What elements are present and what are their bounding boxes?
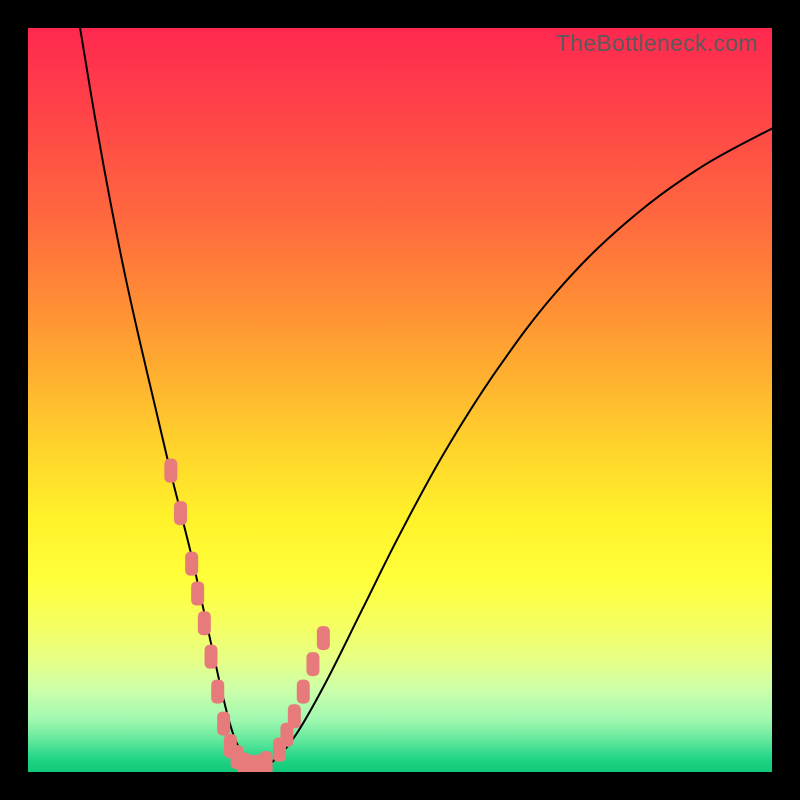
data-marker: [185, 552, 198, 576]
data-marker: [217, 712, 230, 736]
data-marker: [211, 680, 224, 704]
chart-overlay: [28, 28, 772, 772]
plot-area: TheBottleneck.com: [28, 28, 772, 772]
data-marker: [198, 611, 211, 635]
bottleneck-curve: [80, 28, 772, 768]
data-marker: [288, 704, 301, 728]
data-markers: [164, 459, 330, 772]
data-marker: [260, 751, 273, 772]
data-marker: [306, 652, 319, 676]
data-marker: [297, 680, 310, 704]
data-marker: [205, 645, 218, 669]
data-marker: [164, 459, 177, 483]
data-marker: [174, 501, 187, 525]
data-marker: [191, 581, 204, 605]
data-marker: [317, 626, 330, 650]
chart-frame: TheBottleneck.com: [0, 0, 800, 800]
